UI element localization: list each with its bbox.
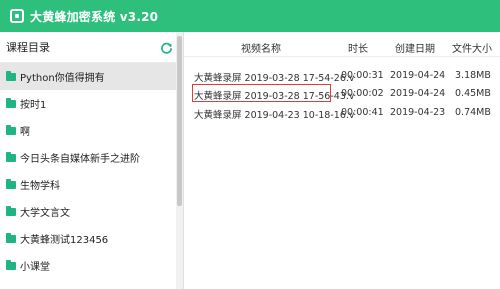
table-row[interactable]: 大黄蜂录屏 2019-03-28 17-54-26.v 00:00:31 201… [184,66,500,86]
header-created-date[interactable]: 创建日期 [395,40,435,55]
folder-icon [6,232,16,243]
video-table: 视频名称 时长 创建日期 文件大小 大黄蜂录屏 2019-03-28 17-54… [184,32,500,289]
row-created-date: 2019-04-24 [390,88,446,99]
course-item-label: 今日头条自媒体新手之进阶 [20,154,140,165]
course-item-label: 生物学科 [20,181,60,192]
refresh-icon[interactable] [159,40,173,54]
app-title: 大黄蜂加密系统 v3.20 [30,9,159,24]
header-duration[interactable]: 时长 [348,40,368,55]
row-video-name: 大黄蜂录屏 2019-04-23 10-18-16.v [194,110,355,121]
header-video-name[interactable]: 视频名称 [241,40,281,55]
course-sidebar: 课程目录 Python你值得拥有 按时1 啊 今日头条自媒体新手之进阶 生物学科 [0,32,184,289]
course-item[interactable]: 生物学科 [0,171,183,198]
sidebar-scrollbar-thumb[interactable] [177,36,182,206]
refresh-icon-glyph [160,42,172,54]
row-duration: 00:00:02 [341,88,384,99]
row-created-date: 2019-04-23 [390,107,446,118]
row-video-name: 大黄蜂录屏 2019-03-28 17-54-26.v [194,73,355,84]
row-video-name: 大黄蜂录屏 2019-03-28 17-56-43.v [194,91,355,102]
row-created-date: 2019-04-24 [390,70,446,81]
folder-icon [6,205,16,216]
folder-icon [6,124,16,135]
course-item-label: 大黄蜂测试123456 [20,235,109,246]
sidebar-title: 课程目录 [6,41,50,54]
table-row[interactable]: 大黄蜂录屏 2019-04-23 10-18-16.v 00:00:41 201… [184,103,500,123]
table-header: 视频名称 时长 创建日期 文件大小 [184,32,500,57]
row-file-size: 0.74MB [455,107,491,118]
header-file-size[interactable]: 文件大小 [452,40,492,55]
course-item[interactable]: Python你值得拥有 [0,63,183,90]
title-bar: 大黄蜂加密系统 v3.20 [0,0,500,32]
folder-icon [6,151,16,162]
course-item-label: 啊 [20,127,30,138]
table-row-selected[interactable]: 大黄蜂录屏 2019-03-28 17-56-43.v 00:00:02 201… [184,84,500,104]
course-item[interactable]: 小课堂 [0,252,183,279]
course-item-label: 大学文言文 [20,208,70,219]
row-file-size: 0.45MB [455,88,491,99]
course-item-label: 小课堂 [20,262,50,273]
course-item-label: 按时1 [20,100,47,111]
app-logo-icon [10,9,24,23]
course-item[interactable]: 按时1 [0,90,183,117]
row-file-size: 3.18MB [455,70,491,81]
course-list: Python你值得拥有 按时1 啊 今日头条自媒体新手之进阶 生物学科 大学文言… [0,63,183,279]
folder-icon [6,259,16,270]
course-item-label: Python你值得拥有 [20,73,105,84]
folder-icon [6,97,16,108]
sidebar-header: 课程目录 [0,32,183,63]
folder-icon [6,70,16,81]
course-item[interactable]: 大学文言文 [0,198,183,225]
course-item[interactable]: 啊 [0,117,183,144]
row-duration: 00:00:41 [341,107,384,118]
course-item[interactable]: 今日头条自媒体新手之进阶 [0,144,183,171]
folder-icon [6,178,16,189]
row-duration: 00:00:31 [341,70,384,81]
course-item[interactable]: 大黄蜂测试123456 [0,225,183,252]
